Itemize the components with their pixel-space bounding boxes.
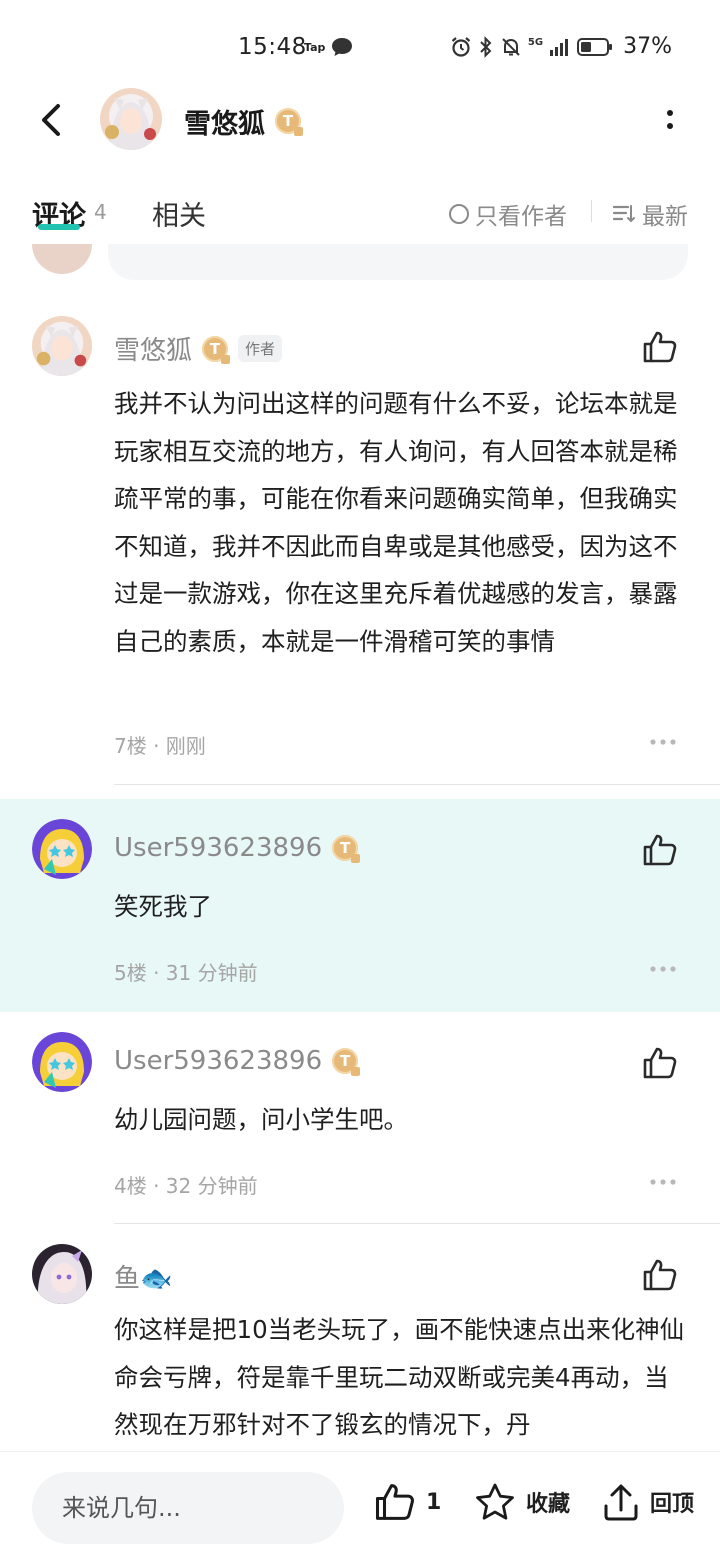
comment-text: 你这样是把10当老头玩了，画不能快速点出来化神仙命会亏牌，符是靠千里玩二动双断或… <box>114 1315 685 1439</box>
level-badge: T <box>275 108 303 136</box>
avatar <box>32 244 92 274</box>
comment-item-highlighted: User593623896 T 笑死我了 5楼 · 31 分钟前 <box>0 799 720 1012</box>
comment-text: 幼儿园问题，问小学生吧。 <box>114 1105 408 1134</box>
comment-author-name: User593623896 <box>114 833 323 863</box>
mute-bell-icon <box>502 37 520 56</box>
divider <box>114 1223 720 1224</box>
favorite-button[interactable]: 收藏 <box>474 1482 570 1522</box>
divider <box>591 200 592 222</box>
upload-arrow-icon <box>604 1484 638 1521</box>
active-tab-indicator <box>38 224 80 230</box>
sort-label: 最新 <box>642 204 688 230</box>
comment-author[interactable]: User593623896 T <box>114 833 361 863</box>
anime-girl-avatar-icon <box>32 316 92 376</box>
avatar[interactable] <box>32 819 92 879</box>
thumbs-up-icon <box>375 1484 414 1520</box>
comment-meta: 4楼 · 32 分钟前 <box>114 1174 258 1198</box>
level-badge: T <box>202 335 231 364</box>
avatar[interactable] <box>32 1032 92 1092</box>
comment-tabs: 评论 4 相关 只看作者 最新 <box>0 180 720 242</box>
favorite-label: 收藏 <box>526 1492 571 1517</box>
comment-author-name: 鱼🐟 <box>114 1264 173 1294</box>
comment-text: 我并不认为问出这样的问题有什么不妥，论坛本就是玩家相互交流的地方，有人询问，有人… <box>114 389 678 656</box>
thumbs-up-icon[interactable] <box>642 1258 678 1292</box>
avatar[interactable] <box>100 88 162 150</box>
avatar[interactable] <box>32 316 92 376</box>
comment-author[interactable]: 雪悠狐 T 作者 <box>114 330 283 367</box>
level-badge: T <box>332 835 361 863</box>
thumbs-up-icon[interactable] <box>642 1046 678 1080</box>
reply-input[interactable]: 来说几句... <box>32 1472 344 1544</box>
tab-related[interactable]: 相关 <box>152 194 206 233</box>
more-options-icon[interactable] <box>660 104 680 136</box>
post-author-name[interactable]: 雪悠狐 <box>184 102 265 141</box>
more-dots-icon[interactable] <box>650 965 676 973</box>
more-dots-icon[interactable] <box>650 1178 676 1186</box>
only-author-toggle[interactable]: 只看作者 <box>449 197 567 231</box>
comment-item: 鱼🐟 你这样是把10当老头玩了，画不能快速点出来化神仙命会亏牌，符是靠千里玩二动… <box>0 1226 720 1451</box>
thumbs-up-icon[interactable] <box>642 833 678 867</box>
comment-author-name: 雪悠狐 <box>114 336 193 366</box>
bottom-action-bar: 来说几句... 1 收藏 回顶 <box>0 1451 720 1564</box>
signal-icon <box>550 38 569 56</box>
anime-girl-avatar-icon <box>32 1244 92 1304</box>
back-to-top-button[interactable]: 回顶 <box>602 1482 694 1522</box>
divider <box>114 784 720 785</box>
star-icon <box>476 1483 514 1520</box>
cartoon-avatar-icon <box>32 819 92 879</box>
message-bubble-icon <box>332 38 352 56</box>
cartoon-avatar-icon <box>32 1032 92 1092</box>
alarm-icon <box>451 36 471 57</box>
comment-author-name: User593623896 <box>114 1046 323 1076</box>
bluetooth-icon <box>480 35 492 58</box>
radio-circle-icon <box>449 204 469 224</box>
avatar[interactable] <box>32 1244 92 1304</box>
level-badge: T <box>332 1048 361 1076</box>
comment-author[interactable]: User593623896 T <box>114 1046 361 1076</box>
anime-girl-avatar-icon <box>100 88 162 150</box>
like-button[interactable]: 1 <box>374 1482 441 1522</box>
sort-list-icon <box>612 205 635 223</box>
comments-count: 4 <box>94 200 107 224</box>
comment-text: 笑死我了 <box>114 892 212 921</box>
battery-icon <box>577 37 613 56</box>
status-time: 15:48 <box>238 34 307 60</box>
comment-meta: 7楼 · 刚刚 <box>114 734 206 758</box>
comment-item: User593623896 T 幼儿园问题，问小学生吧。 4楼 · 32 分钟前 <box>0 1012 720 1226</box>
network-type-label: 5G <box>527 36 544 48</box>
post-header: 雪悠狐 T <box>0 80 720 160</box>
reply-preview-box <box>108 244 688 280</box>
comment-meta: 5楼 · 31 分钟前 <box>114 961 258 985</box>
more-dots-icon[interactable] <box>650 738 676 746</box>
author-tag: 作者 <box>238 335 283 362</box>
battery-percent: 37% <box>623 34 672 59</box>
only-author-label: 只看作者 <box>475 204 567 230</box>
previous-comment-partial <box>0 244 720 284</box>
back-to-top-label: 回顶 <box>650 1492 695 1517</box>
back-arrow-icon[interactable] <box>36 100 68 140</box>
tap-app-indicator: Tap <box>304 41 326 54</box>
thumbs-up-icon[interactable] <box>642 330 678 364</box>
like-count: 1 <box>426 1489 442 1515</box>
comment-author[interactable]: 鱼🐟 <box>114 1258 172 1295</box>
sort-button[interactable]: 最新 <box>612 197 688 231</box>
status-icons: 5G 37% <box>450 34 672 59</box>
comment-item: 雪悠狐 T 作者 我并不认为问出这样的问题有什么不妥，论坛本就是玩家相互交流的地… <box>0 300 720 786</box>
